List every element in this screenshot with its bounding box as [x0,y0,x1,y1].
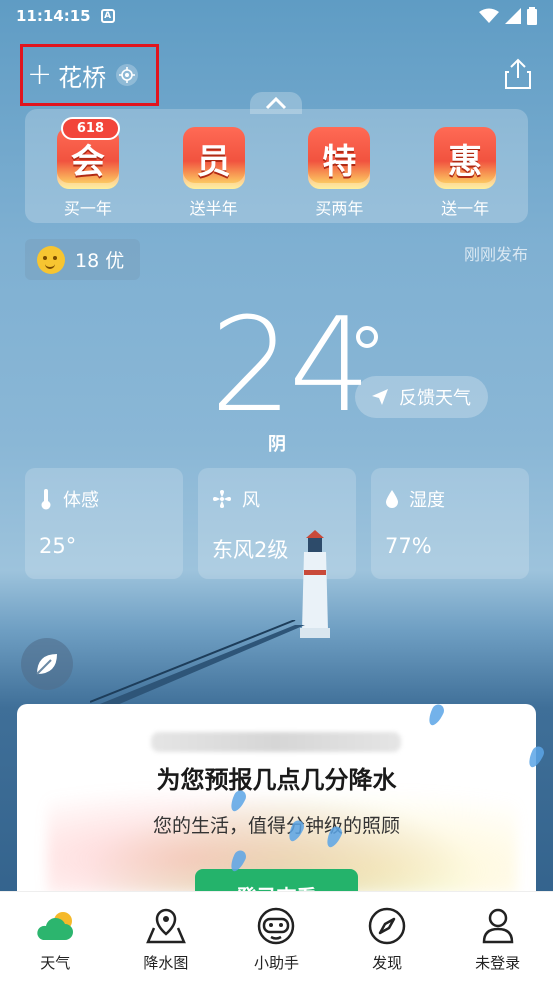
bottom-tab-bar: 天气 降水图 小助手 发现 未登录 [0,891,553,984]
promo-item[interactable]: 会 618 买一年 [43,117,133,223]
wifi-icon [479,8,499,23]
promo-item[interactable]: 特 买两年 [294,127,384,223]
tab-rain-map[interactable]: 降水图 [111,892,222,984]
promo-badge: 618 [60,117,121,140]
tab-label: 降水图 [143,954,189,972]
feedback-button[interactable]: 反馈天气 [355,376,488,418]
promo-label: 买两年 [315,199,364,218]
promo-item[interactable]: 员 送半年 [169,127,259,223]
tab-assistant[interactable]: 小助手 [221,892,332,984]
robot-icon [258,907,295,945]
feedback-label: 反馈天气 [399,388,471,409]
notification-icon: A [100,9,115,23]
leaf-icon [36,654,57,675]
promo-label: 送一年 [441,199,490,218]
publish-time: 刚刚发布 [463,245,528,264]
stat-title: 风 [242,490,260,511]
droplet-icon [386,490,398,508]
humidity-card[interactable]: 湿度 77% [371,468,529,579]
promo-tile[interactable]: 员 [182,127,245,189]
promo-tile[interactable]: 特 [308,127,371,189]
rain-forecast-card: 为您预报几点几分降水 您的生活，值得分钟级的照顾 登录查看 [17,704,536,904]
battery-icon [527,7,537,25]
stat-value: 77% [385,534,432,558]
tab-label: 发现 [372,954,403,972]
status-icons [479,7,537,25]
fan-icon [213,490,231,508]
smiley-icon [37,245,65,274]
aqi-pill[interactable]: 18 优 [25,239,140,280]
degree-icon [356,326,378,348]
user-icon [482,908,513,944]
signal-icon [505,8,521,24]
tab-weather[interactable]: 天气 [0,892,111,984]
thermometer-icon [41,489,51,510]
chevron-up-icon [265,96,287,110]
promo-card: 会 618 买一年 员 送半年 特 买两年 惠 送一年 [25,109,528,223]
send-icon [372,389,388,405]
add-city-icon[interactable]: + [27,60,52,90]
rain-subtitle: 您的生活，值得分钟级的照顾 [152,815,400,837]
weather-condition: 阴 [268,434,286,455]
locate-icon[interactable] [116,64,139,86]
promo-label: 送半年 [189,199,238,218]
tab-label: 天气 [40,954,71,972]
tab-profile[interactable]: 未登录 [442,892,553,984]
aqi-text: 18 优 [75,250,125,272]
tab-label: 小助手 [253,954,299,972]
leaf-button[interactable] [21,638,73,690]
status-time: 11:14:15 [16,7,91,25]
share-icon[interactable] [503,58,533,90]
stat-title: 湿度 [409,490,445,511]
map-pin-icon [145,908,186,944]
feels-like-card[interactable]: 体感 25° [25,468,183,579]
location-selector[interactable]: + 花桥 [20,44,159,106]
stat-value: 25° [39,534,77,558]
compass-icon [368,907,406,945]
temperature: 24 [210,289,371,441]
weather-icon [37,912,74,940]
promo-label: 买一年 [63,199,112,218]
tab-label: 未登录 [475,954,521,972]
city-name: 花桥 [58,63,107,92]
promo-tile[interactable]: 惠 [434,127,497,189]
status-bar: 11:14:15 A [0,0,553,32]
rain-title: 为您预报几点几分降水 [156,766,397,794]
blurred-text [151,732,401,752]
tab-discover[interactable]: 发现 [332,892,443,984]
pier-image [90,620,305,708]
promo-item[interactable]: 惠 送一年 [420,127,510,223]
stat-title: 体感 [63,490,99,511]
